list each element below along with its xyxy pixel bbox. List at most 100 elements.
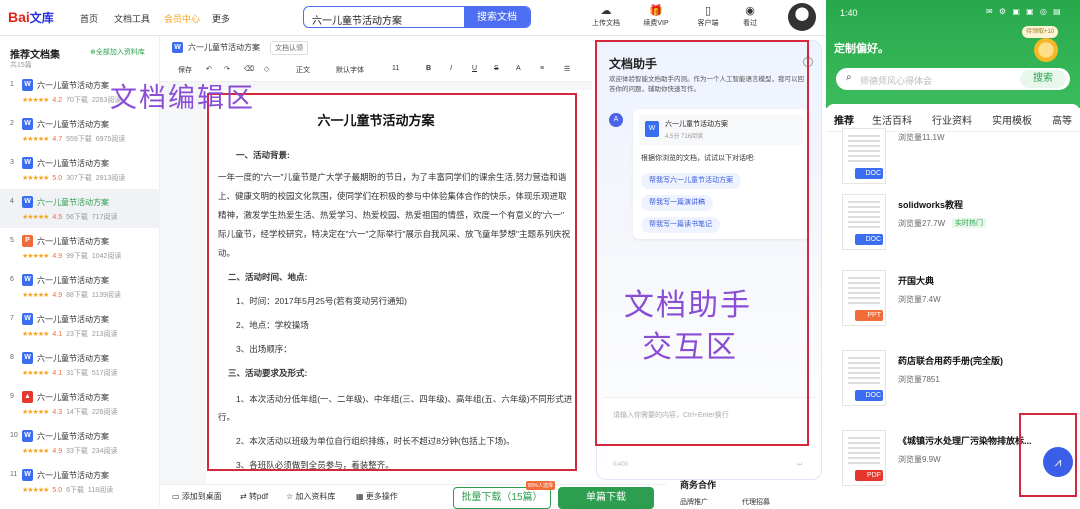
desktop-icon: ▭ — [172, 492, 180, 501]
upload-icon: ☁ — [600, 5, 612, 17]
italic-button[interactable]: I — [450, 65, 452, 72]
item-number: 6 — [10, 276, 14, 283]
nav-home[interactable]: 首页 — [80, 12, 98, 25]
feed-item[interactable]: DOC 药店联合用药手册(完全版) 浏览量7851 — [842, 350, 1072, 414]
font-size-select[interactable]: 11 — [392, 65, 399, 72]
nav-more[interactable]: 更多 — [212, 12, 230, 25]
reward-badge[interactable]: 待领取+10 — [1022, 26, 1059, 38]
clear-format-icon[interactable]: ◇ — [264, 65, 269, 73]
bold-button[interactable]: B — [426, 65, 431, 72]
list-icon[interactable]: ☰ — [564, 65, 570, 73]
rating-stars-icon: ★★★★★ — [22, 253, 49, 260]
to-pdf-button[interactable]: ⇄ 转pdf — [240, 491, 268, 502]
list-item[interactable]: 11 W 六一儿童节活动方案 ★★★★★ 5.0 6下载 118阅读 — [0, 462, 160, 501]
doc-thumbnail: DOC — [842, 194, 886, 250]
save-button[interactable]: 保存 — [178, 65, 192, 75]
renew-vip-button[interactable]: 🎁 续费VIP — [636, 4, 676, 28]
feed-item[interactable]: PPT 开国大典 浏览量7.4W — [842, 270, 1072, 334]
list-item[interactable]: 9 ▲ 六一儿童节活动方案 ★★★★★ 4.3 14下载 226阅读 — [0, 384, 160, 423]
status-icons: ✉ ⚙ ▣ ▣ ◎ ▤ — [986, 7, 1063, 16]
item-title: 六一儿童节活动方案 — [37, 198, 109, 207]
item-number: 9 — [10, 393, 14, 400]
item-meta: ★★★★★ 4.9 88下载 1139阅读 — [22, 292, 121, 299]
redo-icon[interactable]: ↷ — [224, 65, 230, 73]
avatar[interactable] — [788, 3, 816, 31]
align-icon[interactable]: ≡ — [540, 65, 544, 72]
feed-item-views: 浏览量11.1W — [898, 133, 945, 142]
coin-icon[interactable] — [1034, 38, 1058, 62]
viewed-button[interactable]: ◉ 看过 — [730, 4, 770, 28]
feed-item[interactable]: DOC 浏览量11.1W — [842, 128, 1072, 192]
item-number: 4 — [10, 198, 14, 205]
tab-industry[interactable]: 行业资料 — [932, 112, 972, 127]
list-title: 推荐文档集 — [10, 50, 60, 61]
undo-icon[interactable]: ↶ — [206, 65, 212, 73]
grid-icon: ▦ — [356, 492, 364, 501]
mobile-search-button[interactable]: 搜索 — [1020, 70, 1066, 88]
underline-button[interactable]: U — [472, 65, 477, 72]
rating-stars-icon: ★★★★★ — [22, 292, 49, 299]
list-item[interactable]: 4 W 六一儿童节活动方案 ★★★★★ 4.5 56下载 717阅读 — [0, 189, 160, 228]
doc-header: W 六一儿童节活动方案 文档认领 — [160, 36, 592, 58]
rating-stars-icon: ★★★★★ — [22, 136, 49, 143]
assistant-highlight-box — [595, 40, 809, 446]
claim-doc-button[interactable]: 文档认领 — [270, 41, 308, 55]
business-title: 商务合作 — [680, 480, 717, 490]
add-to-library-button[interactable]: ☆ 加入资料库 — [286, 491, 335, 502]
tab-higher-ed[interactable]: 高等 — [1052, 112, 1072, 127]
upload-doc-button[interactable]: ☁ 上传文档 — [586, 4, 626, 28]
rating-stars-icon: ★★★★★ — [22, 487, 49, 494]
assistant-area-label-2: 交互区 — [642, 331, 738, 364]
add-all-to-library-link[interactable]: ⊕全部加入资料库 — [90, 47, 145, 57]
search-button[interactable]: 搜索文档 — [464, 7, 530, 27]
list-item[interactable]: 7 W 六一儿童节活动方案 ★★★★★ 4.1 23下载 213阅读 — [0, 306, 160, 345]
item-title: 六一儿童节活动方案 — [37, 237, 109, 246]
file-type-icon: P — [22, 235, 33, 247]
baidu-wenku-logo[interactable]: Bai文库 — [8, 9, 54, 26]
paragraph-style-select[interactable]: 正文 — [296, 65, 310, 75]
tab-life[interactable]: 生活百科 — [872, 112, 912, 127]
tab-templates[interactable]: 实用模板 — [992, 112, 1032, 127]
client-button[interactable]: ▯ 客户端 — [688, 4, 728, 28]
preference-text: 定制偏好。 — [834, 43, 889, 55]
item-title: 六一儿童节活动方案 — [37, 315, 109, 324]
item-number: 7 — [10, 315, 14, 322]
list-item[interactable]: 3 W 六一儿童节活动方案 ★★★★★ 5.0 307下载 2913阅读 — [0, 150, 160, 189]
feed-item-views: 浏览量7851 — [898, 375, 940, 384]
font-family-select[interactable]: 默认字体 — [336, 65, 364, 75]
list-item[interactable]: 6 W 六一儿童节活动方案 ★★★★★ 4.9 88下载 1139阅读 — [0, 267, 160, 306]
assistant-fab-icon[interactable]: ⩘ — [1043, 447, 1073, 477]
item-number: 8 — [10, 354, 14, 361]
tab-recommend[interactable]: 推荐 — [834, 112, 854, 127]
item-title: 六一儿童节活动方案 — [37, 159, 109, 168]
item-meta: ★★★★★ 4.2 70下载 2263阅读 — [22, 97, 122, 104]
send-icon[interactable]: ↵ — [797, 460, 804, 469]
nav-doc-tools[interactable]: 文档工具 — [114, 12, 150, 25]
add-to-desktop-button[interactable]: ▭ 添加到桌面 — [172, 491, 222, 502]
mobile-header: 1:40 ✉ ⚙ ▣ ▣ ◎ ▤ 定制偏好。 待领取+10 ⌕ 师德师风心得体会… — [826, 0, 1080, 108]
list-item[interactable]: 10 W 六一儿童节活动方案 ★★★★★ 4.9 33下载 234阅读 — [0, 423, 160, 462]
status-time: 1:40 — [840, 8, 858, 18]
strike-button[interactable]: S — [494, 65, 499, 72]
file-type-icon: W — [22, 430, 33, 442]
item-title: 六一儿童节活动方案 — [37, 81, 109, 90]
item-title: 六一儿童节活动方案 — [37, 393, 109, 402]
search-input[interactable]: 六一儿童节活动方案 — [312, 12, 402, 27]
list-item[interactable]: 8 W 六一儿童节活动方案 ★★★★★ 4.1 31下载 517阅读 — [0, 345, 160, 384]
feed-item[interactable]: DOC solidworks教程 浏览量27.7W 实时热门 — [842, 194, 1072, 258]
search-box[interactable]: 六一儿童节活动方案 搜索文档 — [303, 6, 531, 28]
item-number: 11 — [10, 471, 18, 478]
mobile-search-bar[interactable]: ⌕ 师德师风心得体会 搜索 — [836, 68, 1070, 90]
item-title: 六一儿童节活动方案 — [37, 354, 109, 363]
more-actions-button[interactable]: ▦ 更多操作 — [356, 491, 398, 502]
eye-icon: ◉ — [745, 5, 755, 17]
font-color-icon[interactable]: A — [516, 65, 521, 72]
list-item[interactable]: 5 P 六一儿童节活动方案 ★★★★★ 4.9 99下载 1042阅读 — [0, 228, 160, 267]
nav-member-center[interactable]: 会员中心 — [164, 12, 200, 25]
item-meta: ★★★★★ 4.1 31下载 517阅读 — [22, 370, 118, 377]
list-item[interactable]: 2 W 六一儿童节活动方案 ★★★★★ 4.7 559下载 6975阅读 — [0, 111, 160, 150]
rating-stars-icon: ★★★★★ — [22, 214, 49, 221]
feed-item-views: 浏览量7.4W — [898, 295, 941, 304]
bulk-badge: 80%人选择 — [526, 481, 556, 490]
format-painter-icon[interactable]: ⌫ — [244, 65, 254, 73]
